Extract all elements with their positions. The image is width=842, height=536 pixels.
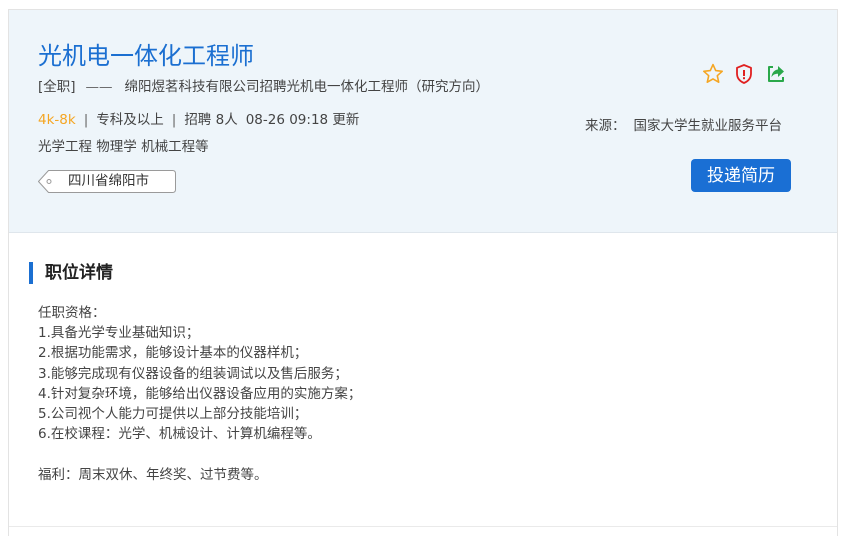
- job-type-tag: [全职]: [38, 79, 76, 95]
- job-source: 来源： 国家大学生就业服务平台: [585, 116, 782, 136]
- education-requirement: 专科及以上: [96, 112, 164, 128]
- divider: [9, 526, 837, 527]
- source-value: 国家大学生就业服务平台: [633, 118, 783, 134]
- job-title: 光机电一体化工程师: [38, 42, 254, 70]
- job-description: 任职资格： 1.具备光学专业基础知识； 2.根据功能需求，能够设计基本的仪器样机； 3…: [38, 303, 361, 485]
- description-line: 5.公司视个人能力可提供以上部分技能培训；: [38, 405, 308, 422]
- description-line: 6.在校课程：光学、机械设计、计算机编程等。: [38, 426, 321, 443]
- page: 光机电一体化工程师 [全职] —— 绵阳煜茗科技有限公司招聘光机电一体化工程师（研究…: [0, 0, 842, 536]
- description-line: 福利：周末双休、年终奖、过节费等。: [38, 466, 268, 483]
- majors: 光学工程 物理学 机械工程等: [38, 139, 209, 155]
- description-line: 2.根据功能需求，能够设计基本的仪器样机；: [38, 345, 308, 362]
- description-line: 任职资格：: [38, 305, 106, 321]
- meta-separator: |: [171, 112, 177, 128]
- salary: 4k-8k: [38, 112, 76, 128]
- company-name-link[interactable]: 绵阳煜茗科技有限公司招聘光机电一体化工程师（研究方向）: [125, 79, 490, 95]
- location-tag: 四川省绵阳市: [38, 170, 176, 193]
- share-icon[interactable]: [764, 62, 788, 86]
- job-card: 光机电一体化工程师 [全职] —— 绵阳煜茗科技有限公司招聘光机电一体化工程师（研究…: [8, 9, 838, 536]
- company-line: [全职] —— 绵阳煜茗科技有限公司招聘光机电一体化工程师（研究方向）: [38, 77, 489, 97]
- apply-resume-button[interactable]: 投递简历: [691, 159, 791, 192]
- description-line: 4.针对复杂环境，能够给出仪器设备应用的实施方案；: [38, 385, 362, 402]
- shield-alert-icon[interactable]: [732, 62, 756, 86]
- job-meta: 4k-8k | 专科及以上 | 招聘 8人 08-26 09:18 更新: [38, 110, 359, 130]
- recruit-count: 招聘 8人: [184, 112, 238, 128]
- source-label: 来源：: [585, 118, 626, 134]
- meta-separator: |: [83, 112, 89, 128]
- action-icons: [701, 62, 801, 86]
- dash-separator: ——: [85, 79, 113, 95]
- update-time: 08-26 09:18 更新: [245, 112, 360, 128]
- star-icon[interactable]: [701, 62, 725, 86]
- section-title-job-details: 职位详情: [29, 262, 113, 284]
- description-line: 3.能够完成现有仪器设备的组装调试以及售后服务；: [38, 365, 348, 382]
- location-text: 四川省绵阳市: [68, 173, 149, 189]
- description-line: 1.具备光学专业基础知识；: [38, 325, 200, 342]
- job-header: 光机电一体化工程师 [全职] —— 绵阳煜茗科技有限公司招聘光机电一体化工程师（研究…: [9, 10, 837, 233]
